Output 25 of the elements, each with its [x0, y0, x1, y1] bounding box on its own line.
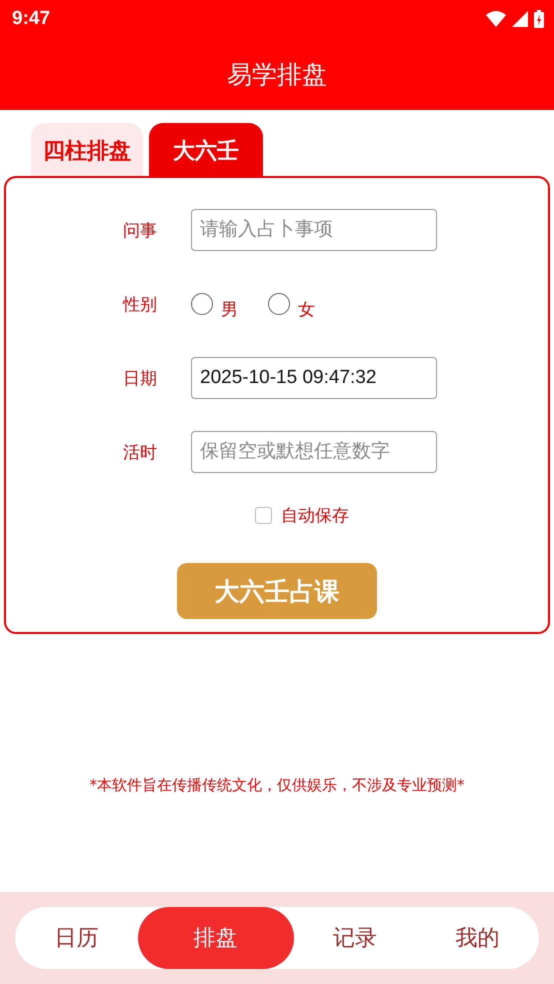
checkbox-label: 自动保存 — [281, 505, 349, 527]
checkbox[interactable] — [255, 507, 272, 524]
nav-item[interactable]: 排盘 — [138, 907, 294, 969]
field-label: 问事 — [123, 220, 158, 242]
disclaimer-text: *本软件旨在传播传统文化，仅供娱乐，不涉及专业预测* — [88, 776, 466, 795]
radio-label: 女 — [298, 299, 315, 321]
input-field[interactable]: 保留空或默想任意数字 — [191, 431, 437, 473]
radio-button[interactable] — [191, 293, 213, 315]
input-field[interactable]: 请输入占卜事项 — [191, 209, 437, 251]
field-label: 活时 — [123, 442, 158, 464]
input-field[interactable]: 2025-10-15 09:47:32 — [191, 357, 437, 399]
field-label: 性别 — [123, 294, 158, 316]
nav-item[interactable]: 我的 — [416, 907, 540, 969]
signal-icon — [512, 11, 528, 27]
battery-icon — [534, 10, 544, 28]
tab[interactable]: 大六壬 — [149, 123, 263, 176]
app-title: 易学排盘 — [227, 58, 327, 90]
radio-label: 男 — [221, 299, 238, 321]
wifi-icon — [486, 11, 506, 27]
nav-item[interactable]: 日历 — [15, 907, 138, 969]
status-time: 9:47 — [12, 8, 50, 30]
radio-button[interactable] — [268, 293, 290, 315]
tab[interactable]: 四柱排盘 — [31, 123, 143, 176]
nav-item[interactable]: 记录 — [294, 907, 416, 969]
field-label: 日期 — [123, 368, 158, 390]
